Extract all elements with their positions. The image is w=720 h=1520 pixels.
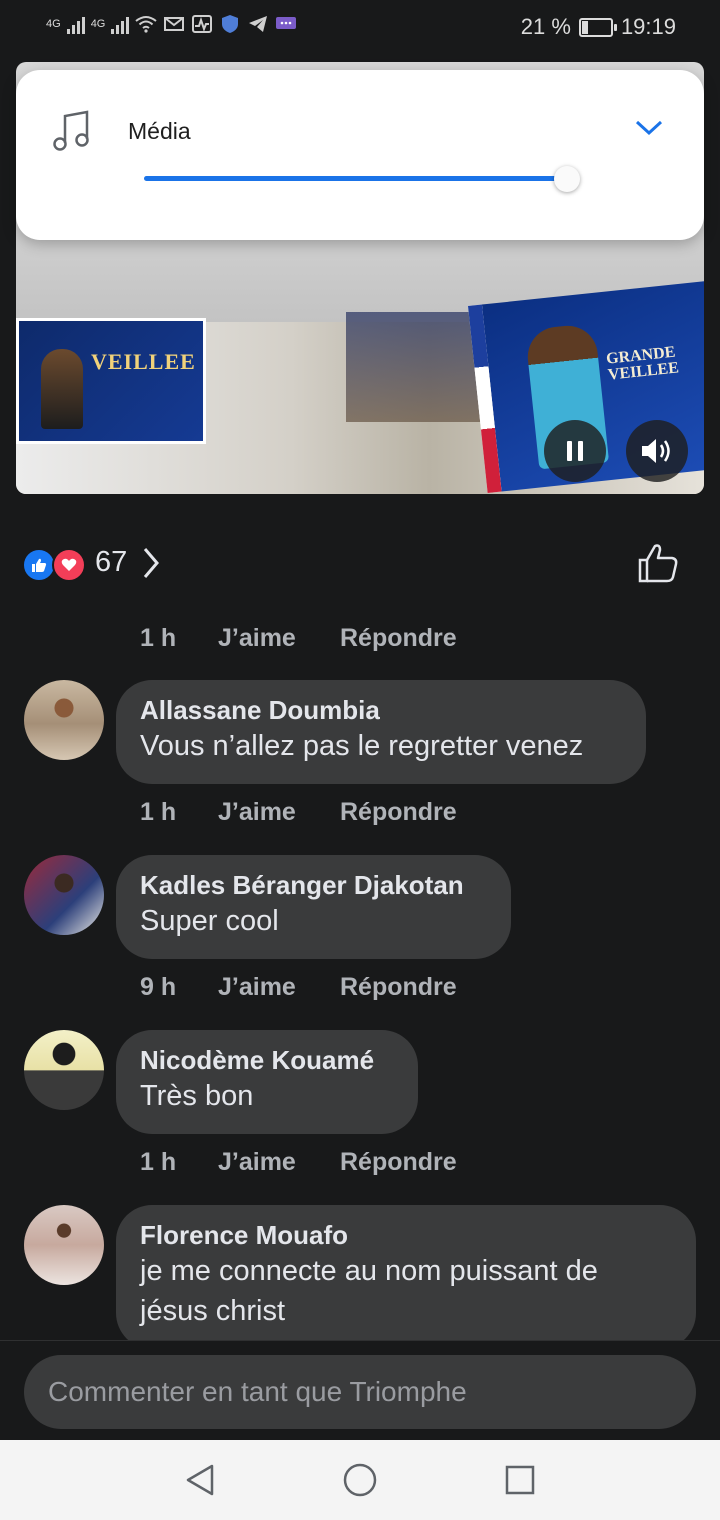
music-note-icon (52, 110, 92, 159)
thumbs-up-icon (638, 544, 678, 583)
reaction-icons[interactable] (22, 548, 86, 582)
battery-percent: 21 % (520, 14, 571, 39)
comment-input[interactable] (24, 1355, 696, 1429)
comment-author[interactable]: Nicodème Kouamé (140, 1044, 394, 1076)
poster-right-title: GRANDE VEILLEE (605, 343, 680, 384)
comment-author[interactable]: Florence Mouafo (140, 1219, 672, 1251)
comment-bubble: Kadles Béranger Djakotan Super cool (116, 855, 511, 959)
comments-list: 1 h J’aime Répondre Allassane Doumbia Vo… (0, 612, 720, 1340)
comment-actions: 1 h J’aime Répondre (140, 624, 457, 653)
volume-panel: Média (16, 70, 704, 240)
volume-button[interactable] (626, 420, 688, 482)
avatar[interactable] (24, 855, 104, 935)
video-poster-left: VEILLEE (16, 318, 206, 444)
comment-like-button[interactable]: J’aime (218, 973, 340, 1002)
pause-icon (567, 441, 583, 461)
comment-like-button[interactable]: J’aime (218, 624, 340, 653)
comment-like-button[interactable]: J’aime (218, 798, 340, 827)
network-label-1: 4G (46, 18, 61, 30)
like-button[interactable] (636, 542, 680, 589)
comment-time: 1 h (140, 1148, 177, 1176)
avatar[interactable] (24, 1030, 104, 1110)
mail-icon (163, 14, 185, 34)
chevron-down-icon[interactable] (634, 118, 664, 143)
like-reaction-icon (22, 548, 56, 582)
battery-icon (578, 17, 617, 37)
shield-icon (219, 14, 241, 34)
signal-icon (111, 14, 130, 34)
poster-left-title: VEILLEE (91, 349, 196, 374)
comment-reply-button[interactable]: Répondre (340, 973, 457, 1002)
comment-composer (0, 1340, 720, 1441)
comment-actions: 9 h J’aime Répondre (140, 973, 457, 1002)
reaction-count[interactable]: 67 (95, 546, 127, 579)
pause-button[interactable] (544, 420, 606, 482)
clock: 19:19 (620, 14, 676, 39)
navigation-bar (0, 1440, 720, 1520)
comment-bubble: Florence Mouafo je me connecte au nom pu… (116, 1205, 696, 1340)
comment-text: Très bon (140, 1080, 254, 1112)
volume-slider-track[interactable] (144, 176, 568, 181)
back-icon[interactable] (180, 1460, 220, 1500)
comment-bubble: Allassane Doumbia Vous n’allez pas le re… (116, 680, 646, 784)
telegram-icon (247, 14, 269, 34)
network-label-2: 4G (90, 18, 106, 30)
signal-icon (66, 14, 85, 34)
activity-icon (191, 14, 213, 34)
status-icons: 4G 4G (46, 14, 297, 34)
love-reaction-icon (52, 548, 86, 582)
wifi-icon (135, 14, 157, 34)
avatar[interactable] (24, 680, 104, 760)
recents-icon[interactable] (500, 1460, 540, 1500)
poster-person (41, 349, 83, 429)
chat-icon (275, 14, 297, 34)
reactions-bar: 67 (0, 516, 720, 613)
comment-time: 9 h (140, 973, 177, 1001)
comment-reply-button[interactable]: Répondre (340, 624, 457, 653)
home-icon[interactable] (340, 1460, 380, 1500)
avatar[interactable] (24, 1205, 104, 1285)
comment-text: je me connecte au nom puissant de jésus … (140, 1255, 598, 1327)
status-right: 21 % 19:19 (521, 14, 676, 40)
battery-fill (581, 20, 588, 34)
volume-stream-label: Média (128, 118, 191, 144)
comment-author[interactable]: Kadles Béranger Djakotan (140, 869, 487, 901)
comment-like-button[interactable]: J’aime (218, 1148, 340, 1177)
comment-text: Vous n’allez pas le regretter venez (140, 730, 584, 762)
comment-actions: 1 h J’aime Répondre (140, 798, 457, 827)
comment-reply-button[interactable]: Répondre (340, 1148, 457, 1177)
chevron-right-icon[interactable] (142, 546, 160, 585)
volume-icon (642, 439, 670, 463)
comment-text: Super cool (140, 905, 279, 937)
comment-author[interactable]: Allassane Doumbia (140, 694, 622, 726)
comment-time: 1 h (140, 624, 177, 652)
comment-time: 1 h (140, 798, 177, 826)
comment-bubble: Nicodème Kouamé Très bon (116, 1030, 418, 1134)
comment-reply-button[interactable]: Répondre (340, 798, 457, 827)
comment-actions: 1 h J’aime Répondre (140, 1148, 457, 1177)
status-bar: 4G 4G 21 % 19:19 (0, 0, 720, 56)
volume-slider-thumb[interactable] (554, 166, 580, 192)
